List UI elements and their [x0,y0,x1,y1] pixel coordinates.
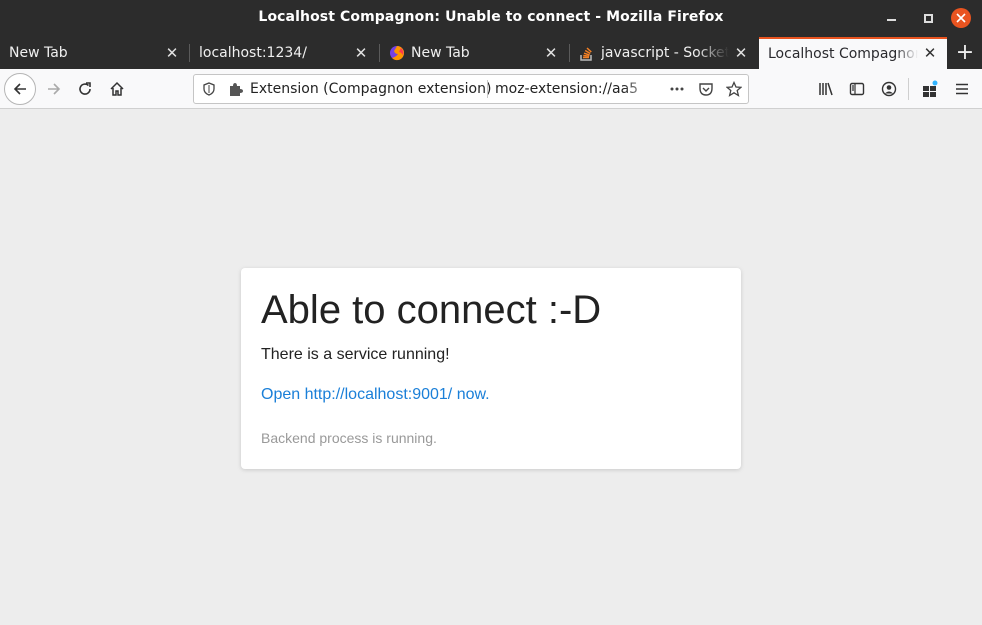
tab-label: javascript - Socket.i [601,45,729,61]
status-card: Able to connect :-D There is a service r… [241,268,741,469]
close-window-button[interactable] [951,8,971,28]
window-title: Localhost Compagnon: Unable to connect -… [258,9,724,25]
tab-new-tab-2[interactable]: New Tab ✕ [380,37,569,69]
tab-label: Localhost Compagnon [768,46,918,62]
close-tab-icon[interactable]: ✕ [734,46,748,61]
sidebar-icon [849,82,865,96]
toolbar-separator [908,78,909,100]
library-button[interactable] [811,74,841,104]
forward-button[interactable] [39,74,69,104]
tab-label: New Tab [411,45,470,61]
close-tab-icon[interactable]: ✕ [165,46,179,61]
page-actions-button[interactable] [668,80,686,98]
forward-arrow-icon [48,83,61,95]
backend-status-text: Backend process is running. [261,430,437,446]
page-heading: Able to connect :-D [261,288,602,332]
extension-identity-icon-box[interactable] [227,80,245,98]
puzzle-extension-icon [923,80,938,97]
more-dots-icon [670,87,684,91]
url-bar[interactable]: Extension (Compagnon extension) moz-exte… [193,74,749,104]
home-icon [110,81,124,96]
back-button[interactable] [4,73,36,105]
close-tab-icon[interactable]: ✕ [544,46,558,61]
sidebar-button[interactable] [842,74,872,104]
minimize-icon [886,19,896,21]
reload-icon [79,82,91,95]
pocket-icon [699,83,713,96]
status-message: There is a service running! [261,346,450,363]
home-button[interactable] [102,74,132,104]
minimize-button[interactable] [881,8,901,28]
window-titlebar: Localhost Compagnon: Unable to connect -… [0,0,982,37]
pocket-button[interactable] [697,80,715,98]
maximize-icon [923,13,933,23]
account-button[interactable] [874,74,904,104]
tab-localhost-compagnon[interactable]: Localhost Compagnon ✕ [759,37,947,69]
tab-localhost-1234[interactable]: localhost:1234/ ✕ [190,37,379,69]
tracking-protection-button[interactable] [200,80,218,98]
tab-new-tab-1[interactable]: New Tab ✕ [0,37,189,69]
library-icon [819,82,833,96]
puzzle-piece-icon [230,83,243,96]
reload-button[interactable] [70,74,100,104]
tab-label: localhost:1234/ [199,45,307,61]
close-tab-icon[interactable]: ✕ [923,46,937,61]
tab-javascript-socket[interactable]: javascript - Socket.i ✕ [570,37,758,69]
close-icon [956,13,966,23]
hamburger-menu-icon [956,83,968,95]
extension-identity-label: Extension (Compagnon extension) [250,81,492,97]
bookmark-star-button[interactable] [725,80,743,98]
open-localhost-link[interactable]: Open http://localhost:9001/ now. [261,386,490,404]
url-divider [487,80,488,98]
new-tab-button[interactable]: + [955,40,975,65]
stackoverflow-icon [580,47,592,61]
maximize-button[interactable] [918,8,938,28]
extensions-button[interactable] [915,74,945,104]
firefox-icon [390,46,405,61]
navigation-toolbar: Extension (Compagnon extension) moz-exte… [0,69,982,109]
plus-icon: + [955,40,975,65]
back-arrow-icon [13,83,26,95]
tab-strip: New Tab ✕ localhost:1234/ ✕ New Tab ✕ ja… [0,37,982,69]
url-text[interactable]: moz-extension://aa5 [495,81,655,97]
account-icon [881,81,897,97]
app-menu-button[interactable] [947,74,977,104]
star-icon [726,81,742,97]
shield-icon [203,82,215,96]
close-tab-icon[interactable]: ✕ [354,46,368,61]
tab-label: New Tab [9,45,68,61]
